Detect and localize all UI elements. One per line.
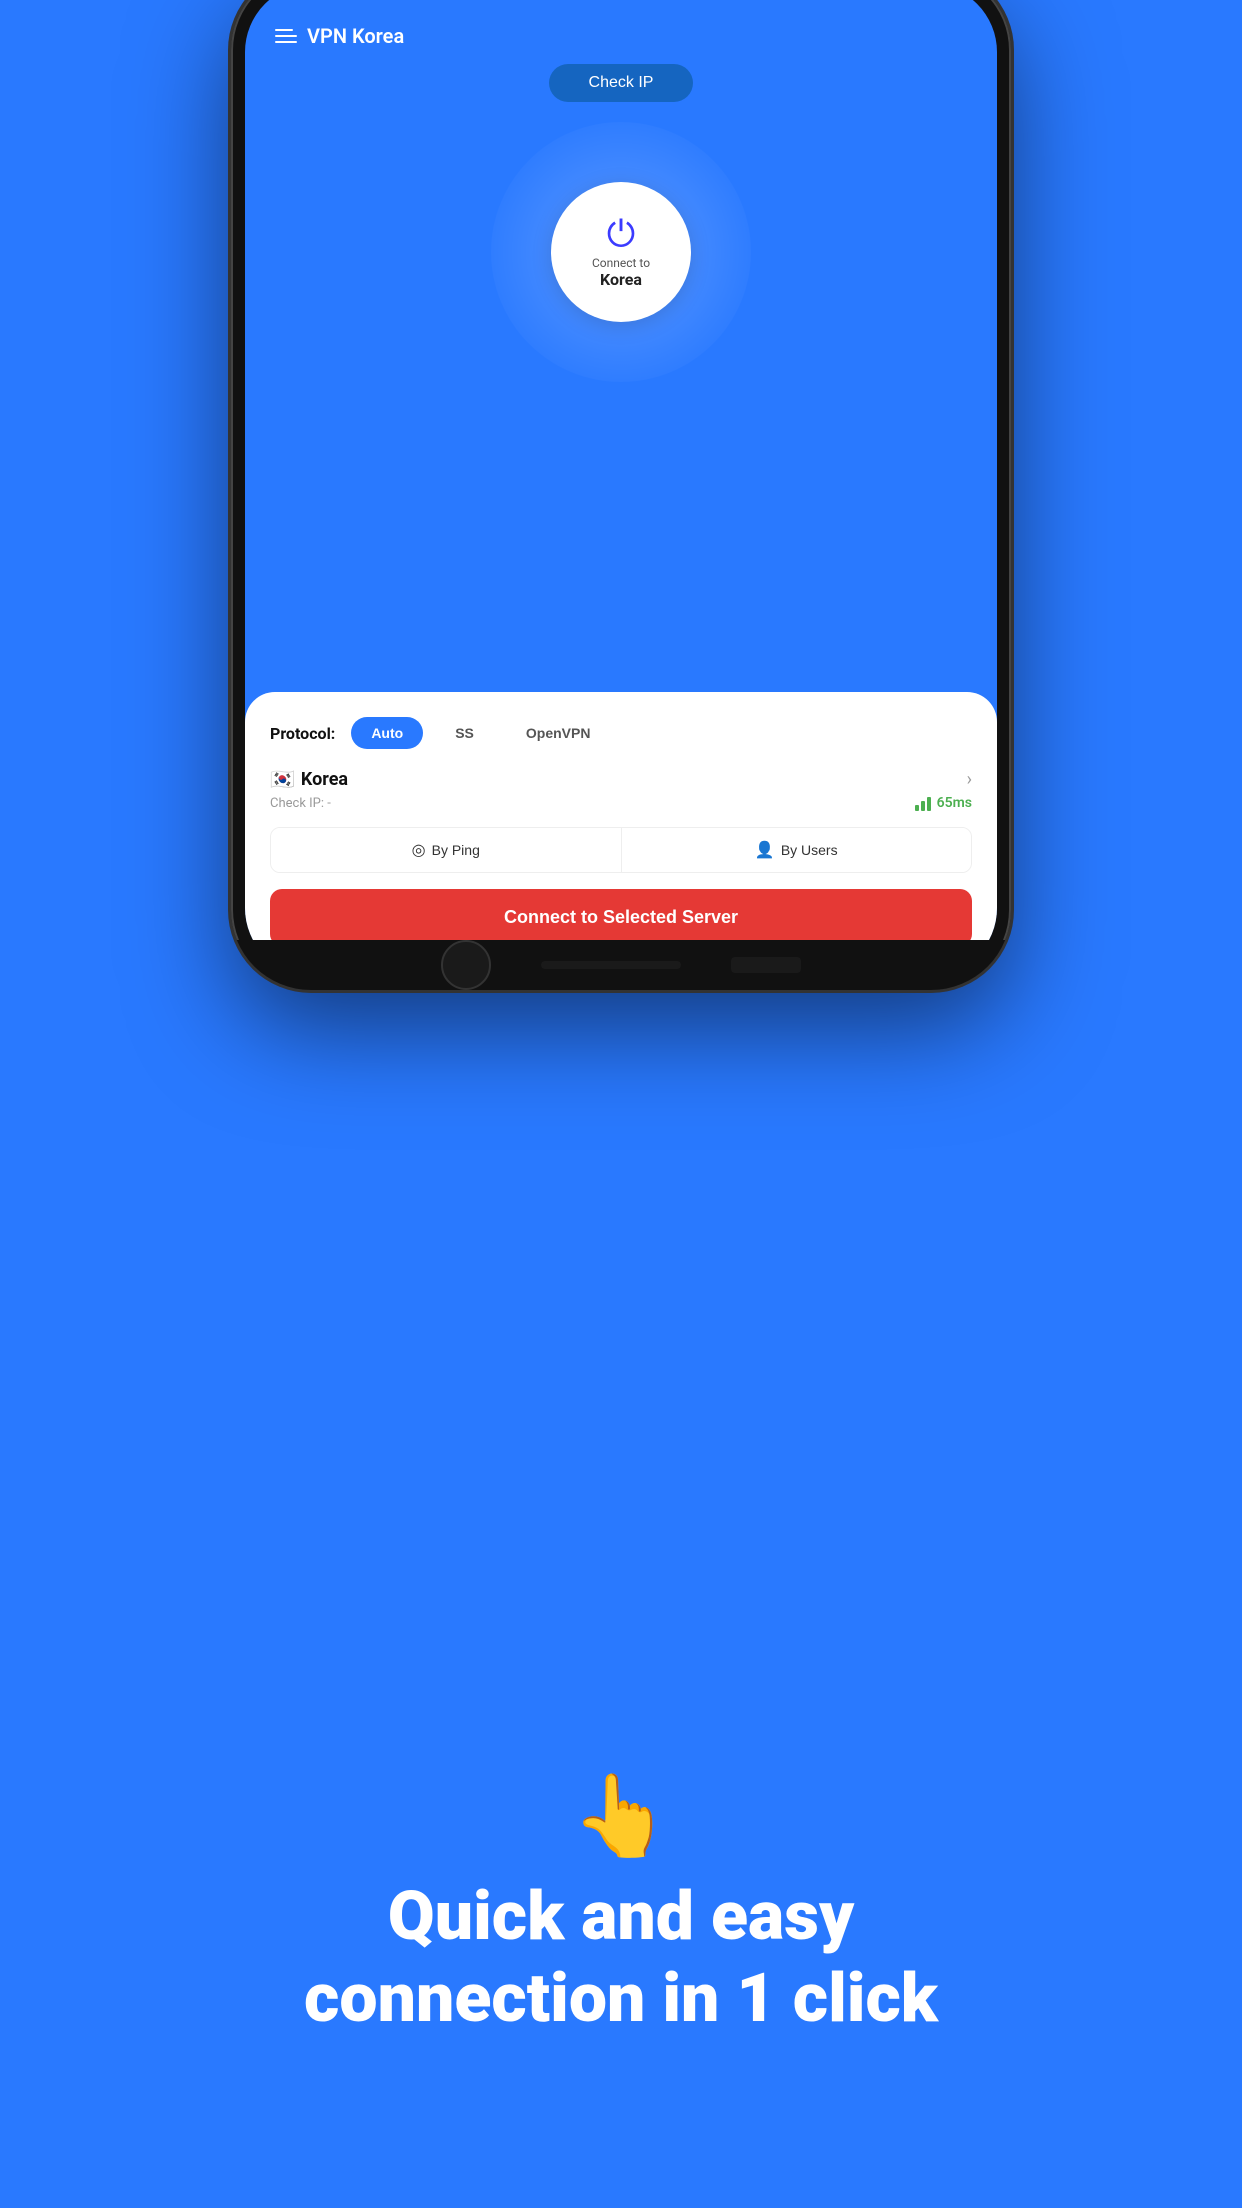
- power-area: ⏻ Connect to Korea: [245, 122, 997, 382]
- bottom-rect: [731, 957, 801, 973]
- sort-by-users-btn[interactable]: 👤 By Users: [622, 828, 972, 872]
- protocol-auto-btn[interactable]: Auto: [351, 717, 423, 749]
- sort-by-users-label: By Users: [781, 842, 838, 858]
- bottom-section: 👆 Quick and easy connection in 1 click: [0, 1608, 1242, 2208]
- power-icon: ⏻: [607, 216, 635, 252]
- chevron-right-icon[interactable]: ›: [967, 769, 972, 790]
- home-button: [441, 940, 491, 990]
- power-button-main[interactable]: ⏻ Connect to Korea: [551, 182, 691, 322]
- tagline-line1: Quick and easy: [388, 1876, 854, 1956]
- sort-by-ping-btn[interactable]: ◎ By Ping: [271, 828, 622, 872]
- connect-to-label: Connect to: [592, 256, 650, 270]
- protocol-row: Protocol: Auto SS OpenVPN: [270, 717, 972, 749]
- server-row: 🇰🇷 Korea ›: [270, 767, 972, 791]
- check-ip-value: Check IP: -: [270, 796, 331, 811]
- phone-bezel: VPN Korea Check IP ⏻ Connect to Korea: [231, 0, 1011, 990]
- server-country: Korea: [301, 769, 348, 790]
- bottom-bar: [541, 961, 681, 969]
- phone-screen: VPN Korea Check IP ⏻ Connect to Korea: [245, 0, 997, 976]
- signal-bar-2: [921, 801, 925, 811]
- pointing-hand-emoji: 👆: [571, 1776, 671, 1856]
- bottom-panel: Protocol: Auto SS OpenVPN 🇰🇷 Korea › Che…: [245, 692, 997, 976]
- menu-icon[interactable]: [275, 29, 297, 43]
- ping-value: 65ms: [915, 795, 972, 811]
- connect-country-label: Korea: [600, 270, 642, 289]
- connect-selected-server-btn[interactable]: Connect to Selected Server: [270, 889, 972, 946]
- protocol-openvpn-btn[interactable]: OpenVPN: [506, 717, 611, 749]
- flag-emoji: 🇰🇷: [270, 767, 295, 791]
- tagline-line2: connection in 1 click: [304, 1958, 938, 2038]
- ping-icon: ◎: [412, 840, 426, 860]
- protocol-label: Protocol:: [270, 724, 335, 743]
- bottom-bezel: [231, 940, 1011, 990]
- protocol-ss-btn[interactable]: SS: [435, 717, 494, 749]
- ping-ms: 65ms: [937, 795, 972, 811]
- power-glow: ⏻ Connect to Korea: [491, 122, 751, 382]
- phone-mockup: VPN Korea Check IP ⏻ Connect to Korea: [231, 0, 1011, 990]
- signal-bar-1: [915, 805, 919, 811]
- app-title: VPN Korea: [307, 24, 404, 48]
- signal-bars: [915, 795, 931, 811]
- signal-bar-3: [927, 797, 931, 811]
- app-header: VPN Korea: [245, 0, 997, 64]
- sort-by-ping-label: By Ping: [432, 842, 480, 858]
- tagline-text: Quick and easy connection in 1 click: [244, 1876, 998, 2039]
- ping-row: Check IP: - 65ms: [270, 795, 972, 811]
- sort-row: ◎ By Ping 👤 By Users: [270, 827, 972, 873]
- check-ip-button[interactable]: Check IP: [549, 64, 694, 102]
- users-icon: 👤: [755, 840, 775, 860]
- server-name: 🇰🇷 Korea: [270, 767, 348, 791]
